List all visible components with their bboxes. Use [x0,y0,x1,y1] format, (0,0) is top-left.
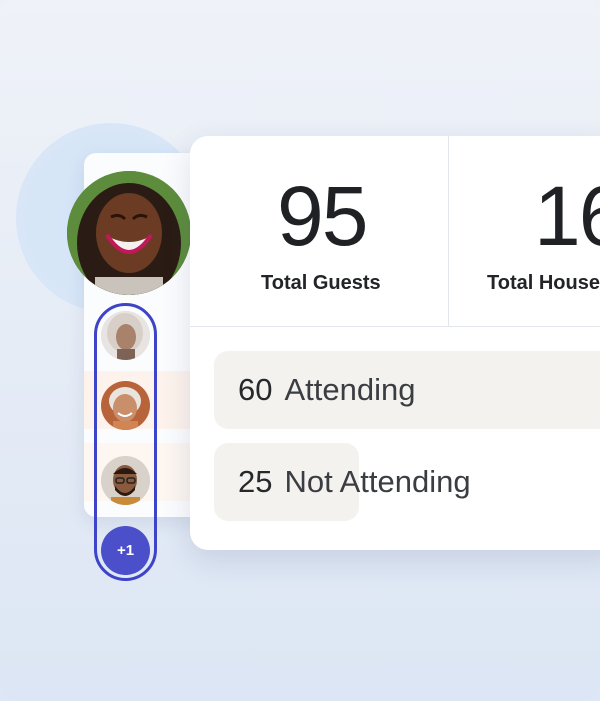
total-guests-label: Total Guests [261,272,381,294]
primary-guest-avatar[interactable] [67,171,191,295]
not-attending-label: Not Attending [284,464,471,499]
total-households-label: Total Households [487,272,600,294]
total-households-value: 16 [534,169,600,263]
more-guests-badge[interactable]: +1 [101,526,150,575]
attending-row: 60 Attending [238,351,415,429]
guest-avatar[interactable] [101,311,150,360]
guest-summary-frame: +1 95 Total Guests 16 Total Households 6… [0,0,600,701]
not-attending-count: 25 [238,464,273,499]
stat-divider [448,136,449,326]
total-guests-value: 95 [277,169,368,263]
guest-summary-card: 95 Total Guests 16 Total Households 60 A… [190,136,600,550]
section-divider [190,326,600,327]
guest-avatar[interactable] [101,456,150,505]
guest-avatar[interactable] [101,381,150,430]
not-attending-row: 25 Not Attending [238,443,471,521]
attending-count: 60 [238,372,273,407]
attending-label: Attending [284,372,416,407]
